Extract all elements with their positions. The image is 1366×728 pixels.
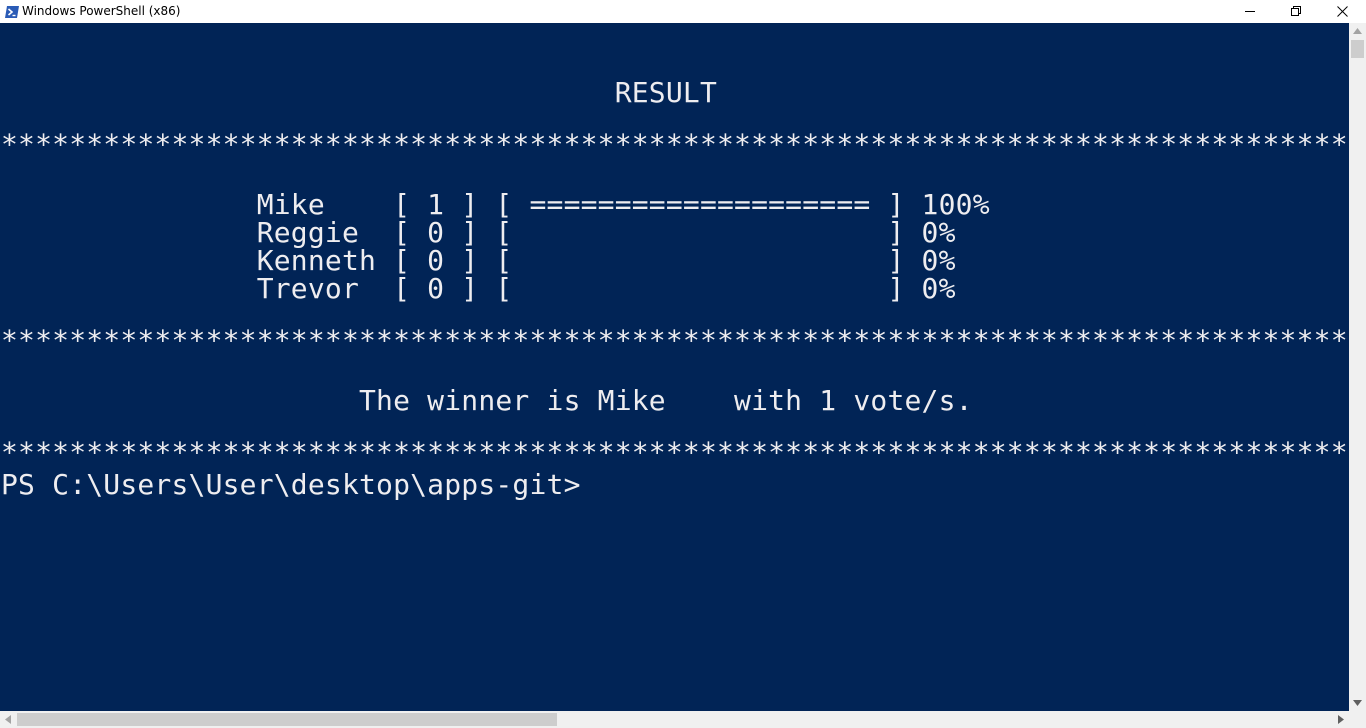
powershell-icon xyxy=(5,4,19,18)
separator-line: ****************************************… xyxy=(1,436,1349,469)
command-prompt[interactable]: PS C:\Users\User\desktop\apps-git> xyxy=(1,471,581,499)
result-row-kenneth: Kenneth [ 0 ] [ ] 0% xyxy=(1,244,956,277)
result-row-reggie: Reggie [ 0 ] [ ] 0% xyxy=(1,216,956,249)
horizontal-scrollbar[interactable] xyxy=(0,711,1349,728)
scroll-right-arrow-icon[interactable] xyxy=(1338,715,1344,724)
minimize-button[interactable] xyxy=(1228,0,1274,23)
winner-line: The winner is Mike with 1 vote/s. xyxy=(1,384,973,417)
scroll-left-arrow-icon[interactable] xyxy=(5,715,11,724)
window-title: Windows PowerShell (x86) xyxy=(22,4,181,18)
result-row-trevor: Trevor [ 0 ] [ ] 0% xyxy=(1,272,956,305)
scroll-down-arrow-icon[interactable] xyxy=(1353,700,1362,706)
result-heading: RESULT xyxy=(1,76,717,109)
restore-icon xyxy=(1291,6,1301,16)
restore-button[interactable] xyxy=(1274,0,1320,23)
vertical-scrollbar[interactable] xyxy=(1349,23,1366,711)
scrollbar-corner xyxy=(1349,711,1366,728)
vertical-scroll-thumb[interactable] xyxy=(1351,40,1364,58)
scroll-up-arrow-icon[interactable] xyxy=(1353,28,1362,34)
result-row-mike: Mike [ 1 ] [ ==================== ] 100% xyxy=(1,188,990,221)
close-icon xyxy=(1337,6,1348,17)
separator-line: ****************************************… xyxy=(1,128,1349,161)
separator-line: ****************************************… xyxy=(1,324,1349,357)
horizontal-scroll-thumb[interactable] xyxy=(17,713,557,726)
minimize-icon xyxy=(1245,11,1255,12)
title-bar[interactable]: Windows PowerShell (x86) xyxy=(0,0,1366,23)
console-output[interactable]: RESULT *********************************… xyxy=(0,23,1349,711)
close-button[interactable] xyxy=(1320,0,1366,23)
